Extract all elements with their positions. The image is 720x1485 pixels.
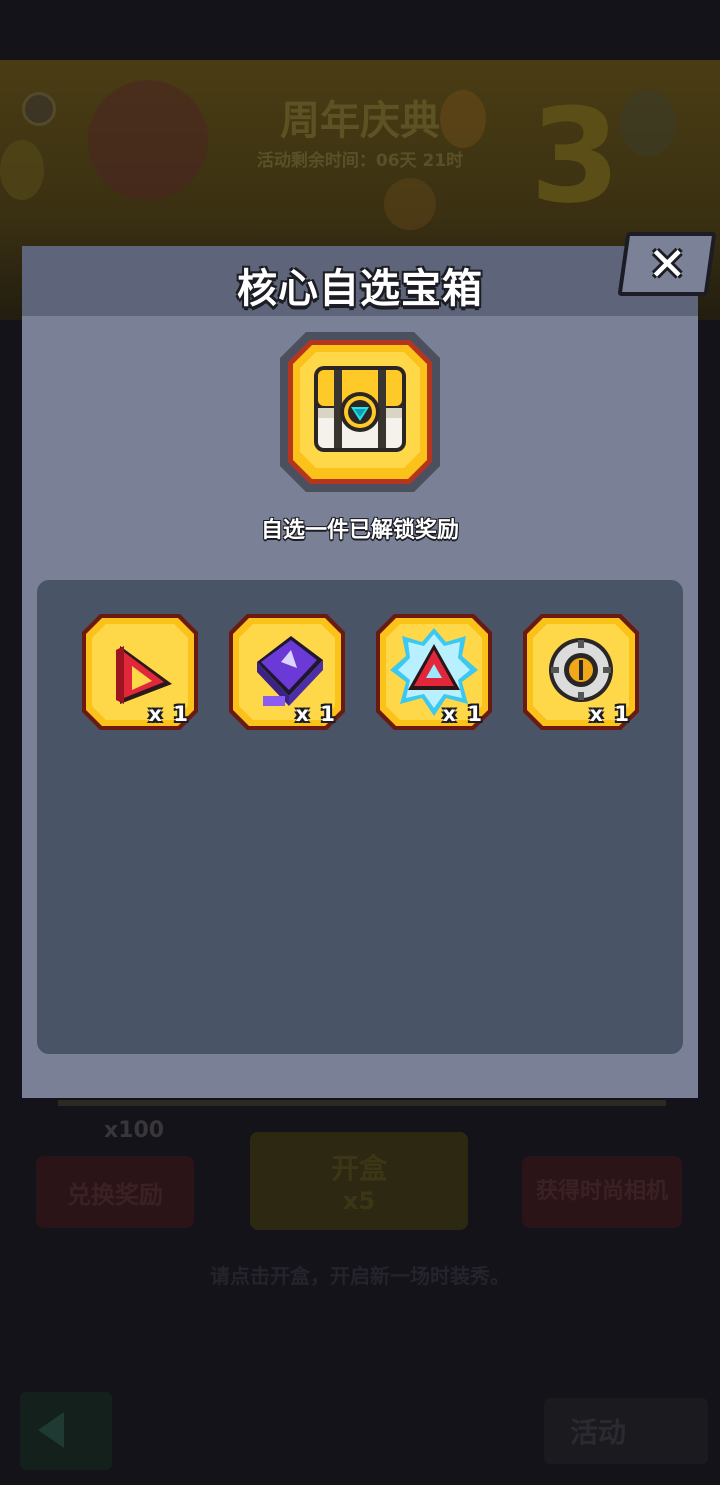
- redeem-rewards-button[interactable]: 兑换奖励: [36, 1156, 194, 1228]
- reward-quantity: x 1: [442, 702, 484, 726]
- activity-button[interactable]: 活动: [544, 1398, 708, 1464]
- back-arrow-icon: [38, 1412, 64, 1448]
- open-box-button[interactable]: 开盒 x5: [250, 1132, 468, 1230]
- reward-quantity: x 1: [589, 702, 631, 726]
- dialog-title: 核心自选宝箱: [237, 266, 483, 312]
- close-icon: ✕: [647, 237, 687, 291]
- silver-ring-core-icon: [549, 638, 613, 702]
- reward-item-silver-ring[interactable]: x 1: [521, 612, 641, 732]
- reward-item-red-triangle[interactable]: x 1: [80, 612, 200, 732]
- dialog-header: 核心自选宝箱: [22, 246, 698, 316]
- open-hint: 请点击开盒，开启新一场时装秀。: [210, 1264, 510, 1288]
- reward-quantity: x 1: [148, 702, 190, 726]
- open-box-label: 开盒: [330, 1152, 387, 1185]
- core-chest-icon: [280, 332, 440, 492]
- back-button[interactable]: [20, 1392, 112, 1470]
- progress-bar: [58, 1100, 666, 1106]
- event-timer: 活动剩余时间：06天 21时: [256, 151, 464, 171]
- dialog-subtitle: 自选一件已解锁奖励: [260, 518, 459, 543]
- get-camera-button[interactable]: 获得时尚相机: [522, 1156, 682, 1228]
- reward-quantity: x 1: [295, 702, 337, 726]
- coin-count: x100: [104, 1118, 165, 1143]
- core-chest-dialog: 核心自选宝箱 自选一件已解锁奖励 x 1 x 1 x 1 x 1: [22, 246, 698, 1098]
- reward-item-electric-crystal[interactable]: x 1: [374, 612, 494, 732]
- open-box-cost: x5: [342, 1187, 376, 1215]
- star-medal-icon: [384, 178, 436, 230]
- reward-list: x 1 x 1 x 1 x 1: [37, 580, 683, 1054]
- event-title: 周年庆典: [280, 98, 440, 144]
- close-button[interactable]: ✕: [617, 232, 717, 296]
- reward-item-purple-chip[interactable]: x 1: [227, 612, 347, 732]
